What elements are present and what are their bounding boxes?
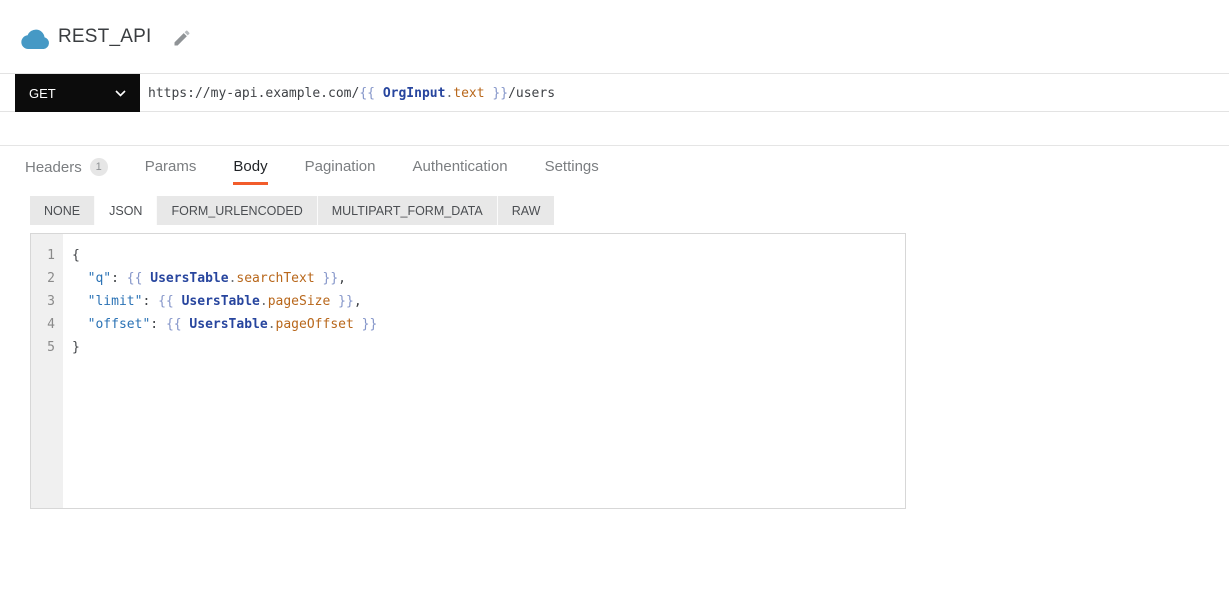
code-token-close-brace: }} [330,294,354,309]
tab-authentication-label: Authentication [412,158,508,175]
url-template-variable: OrgInput [382,85,446,101]
code-line-1: { [72,244,905,267]
code-token-json-key: "limit" [87,294,143,309]
tab-settings[interactable]: Settings [545,146,599,185]
code-line-2: "q": {{ UsersTable.searchText }}, [72,267,905,290]
code-token-open-brace: {{ [165,317,190,332]
line-number: 2 [47,271,55,286]
body-type-raw[interactable]: RAW [498,196,555,225]
code-token: : [111,271,127,286]
line-number: 4 [47,317,55,332]
editor-code-area[interactable]: { "q": {{ UsersTable.searchText }}, "lim… [63,234,905,508]
headers-count-badge: 1 [89,158,108,176]
tab-pagination-label: Pagination [304,158,376,175]
tab-settings-label: Settings [544,158,599,175]
pencil-icon[interactable] [172,28,192,48]
request-config-tabs: Headers 1 Params Body Pagination Authent… [0,145,1229,191]
code-token-dot: . [267,317,276,332]
url-template-close-brace: }} [484,85,509,101]
code-line-3: "limit": {{ UsersTable.pageSize }}, [72,290,905,313]
code-token-property: pageSize [267,294,331,309]
url-template-open-brace: {{ [359,85,383,101]
code-token-variable: UsersTable [189,317,268,332]
url-template-dot: . [445,85,454,101]
tab-params[interactable]: Params [145,146,197,185]
body-type-form-urlencoded[interactable]: FORM_URLENCODED [157,196,318,225]
code-token-json-key: "offset" [87,317,151,332]
code-token-close-brace: }} [314,271,339,286]
code-token-close-brace: }} [353,317,378,332]
tab-authentication[interactable]: Authentication [413,146,508,185]
code-token-dot: . [259,294,268,309]
code-token: } [72,340,80,355]
api-name-title: REST_API [58,26,152,47]
line-number: 1 [47,248,55,263]
chevron-down-icon [115,89,126,97]
tab-headers-label: Headers [25,158,82,176]
code-token: , [353,294,362,309]
http-method-value: GET [29,85,56,101]
body-type-tabs: NONE JSON FORM_URLENCODED MULTIPART_FORM… [30,196,555,225]
code-line-4: "offset": {{ UsersTable.pageOffset }} [72,313,905,336]
code-token-property: searchText [236,271,315,286]
code-token: : [142,294,159,309]
http-method-dropdown[interactable]: GET [15,74,140,112]
cloud-icon [21,29,49,49]
code-token-property: pageOffset [275,317,354,332]
code-token-variable: UsersTable [150,271,229,286]
body-type-multipart-form-data[interactable]: MULTIPART_FORM_DATA [318,196,498,225]
url-template-property: text [453,85,485,101]
editor-line-number-gutter: 1 2 3 4 5 [31,234,63,508]
code-token-variable: UsersTable [181,294,260,309]
request-bar: GET https://my-api.example.com/{{ OrgInp… [0,73,1229,112]
code-token: { [72,248,80,263]
url-base-text: https://my-api.example.com/ [148,85,360,101]
tab-body-label: Body [233,158,268,175]
code-token: : [150,317,166,332]
tab-headers[interactable]: Headers 1 [25,146,108,186]
tab-body[interactable]: Body [233,146,268,185]
json-body-editor[interactable]: 1 2 3 4 5 { "q": {{ UsersTable.searchTex… [30,233,906,509]
url-input[interactable]: https://my-api.example.com/{{ OrgInput. t… [148,74,1208,112]
line-number: 5 [47,340,55,355]
code-token-open-brace: {{ [126,271,151,286]
api-header: REST_API [0,22,1229,58]
url-suffix-text: /users [508,85,556,101]
body-type-json[interactable]: JSON [95,196,158,225]
body-type-none[interactable]: NONE [30,196,96,225]
code-token-json-key: "q" [87,271,112,286]
tab-pagination[interactable]: Pagination [305,146,376,185]
code-token-open-brace: {{ [158,294,182,309]
code-line-5: } [72,336,905,359]
code-token: , [338,271,346,286]
line-number: 3 [47,294,55,309]
tab-params-label: Params [144,158,197,175]
